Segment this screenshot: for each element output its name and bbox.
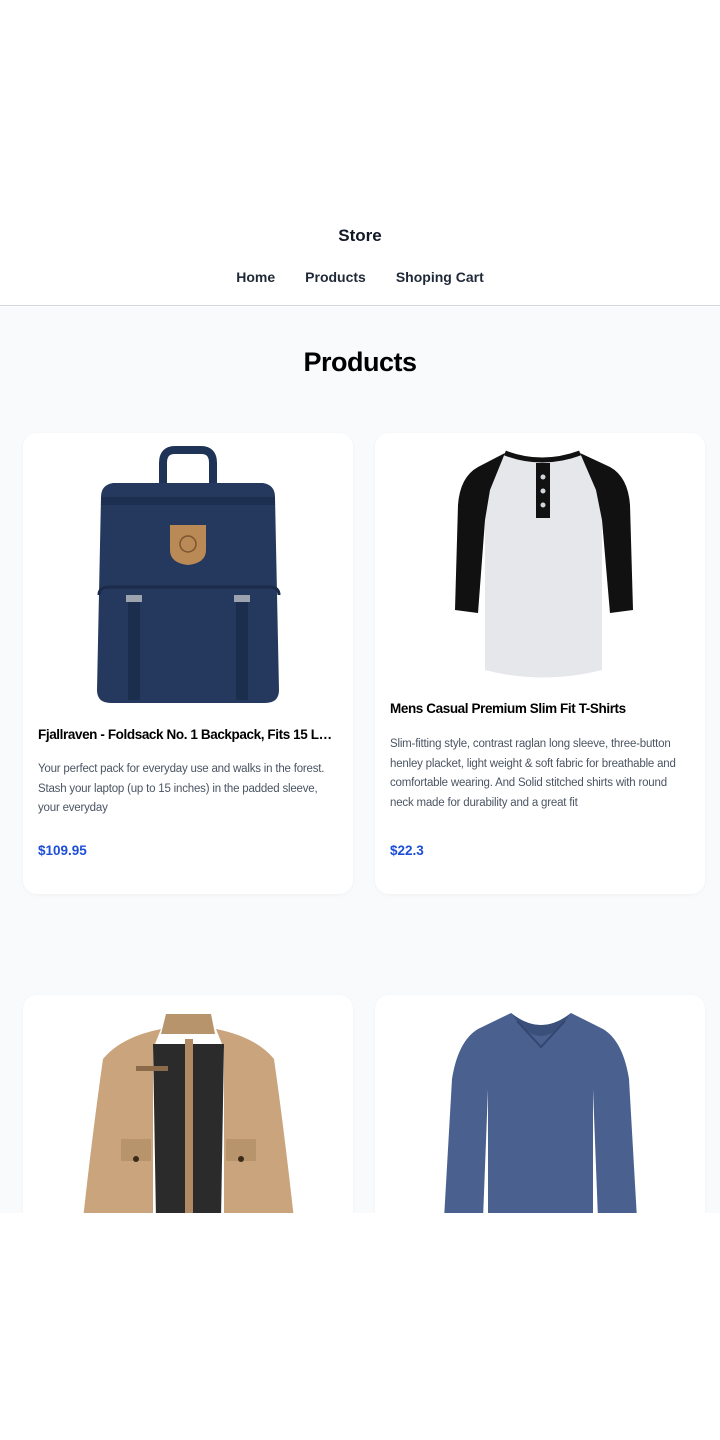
page-title: Products [303,347,417,377]
jacket-image [83,1014,294,1213]
top-header: Store Home Products Shoping Cart [0,0,720,306]
product-price: $22.3 [390,843,424,858]
product-card[interactable] [375,995,705,1213]
product-title[interactable]: Mens Casual Premium Slim Fit T-Shirts [390,701,690,716]
product-card[interactable] [23,995,353,1213]
main-nav: Home Products Shoping Cart [0,269,720,285]
product-description: Slim-fitting style, contrast raglan long… [390,738,676,809]
page-bottom-blank [0,1213,720,1440]
product-card[interactable]: Mens Casual Premium Slim Fit T-Shirts Sl… [375,433,705,894]
product-description: Your perfect pack for everyday use and w… [38,763,325,814]
nav-products-link[interactable]: Products [305,269,366,285]
product-title[interactable]: Fjallraven - Foldsack No. 1 Backpack, Fi… [38,727,338,742]
backpack-image [97,446,281,703]
product-card[interactable]: Fjallraven - Foldsack No. 1 Backpack, Fi… [23,433,353,894]
store-brand[interactable]: Store [0,226,720,246]
tshirt-image [455,450,633,678]
nav-home-link[interactable]: Home [236,269,275,285]
longsleeve-image [444,1013,637,1213]
product-price: $109.95 [38,843,87,858]
nav-cart-link[interactable]: Shoping Cart [396,269,484,285]
products-section: Products Fjallraven - Foldsack No. 1 Bac… [0,307,720,1213]
